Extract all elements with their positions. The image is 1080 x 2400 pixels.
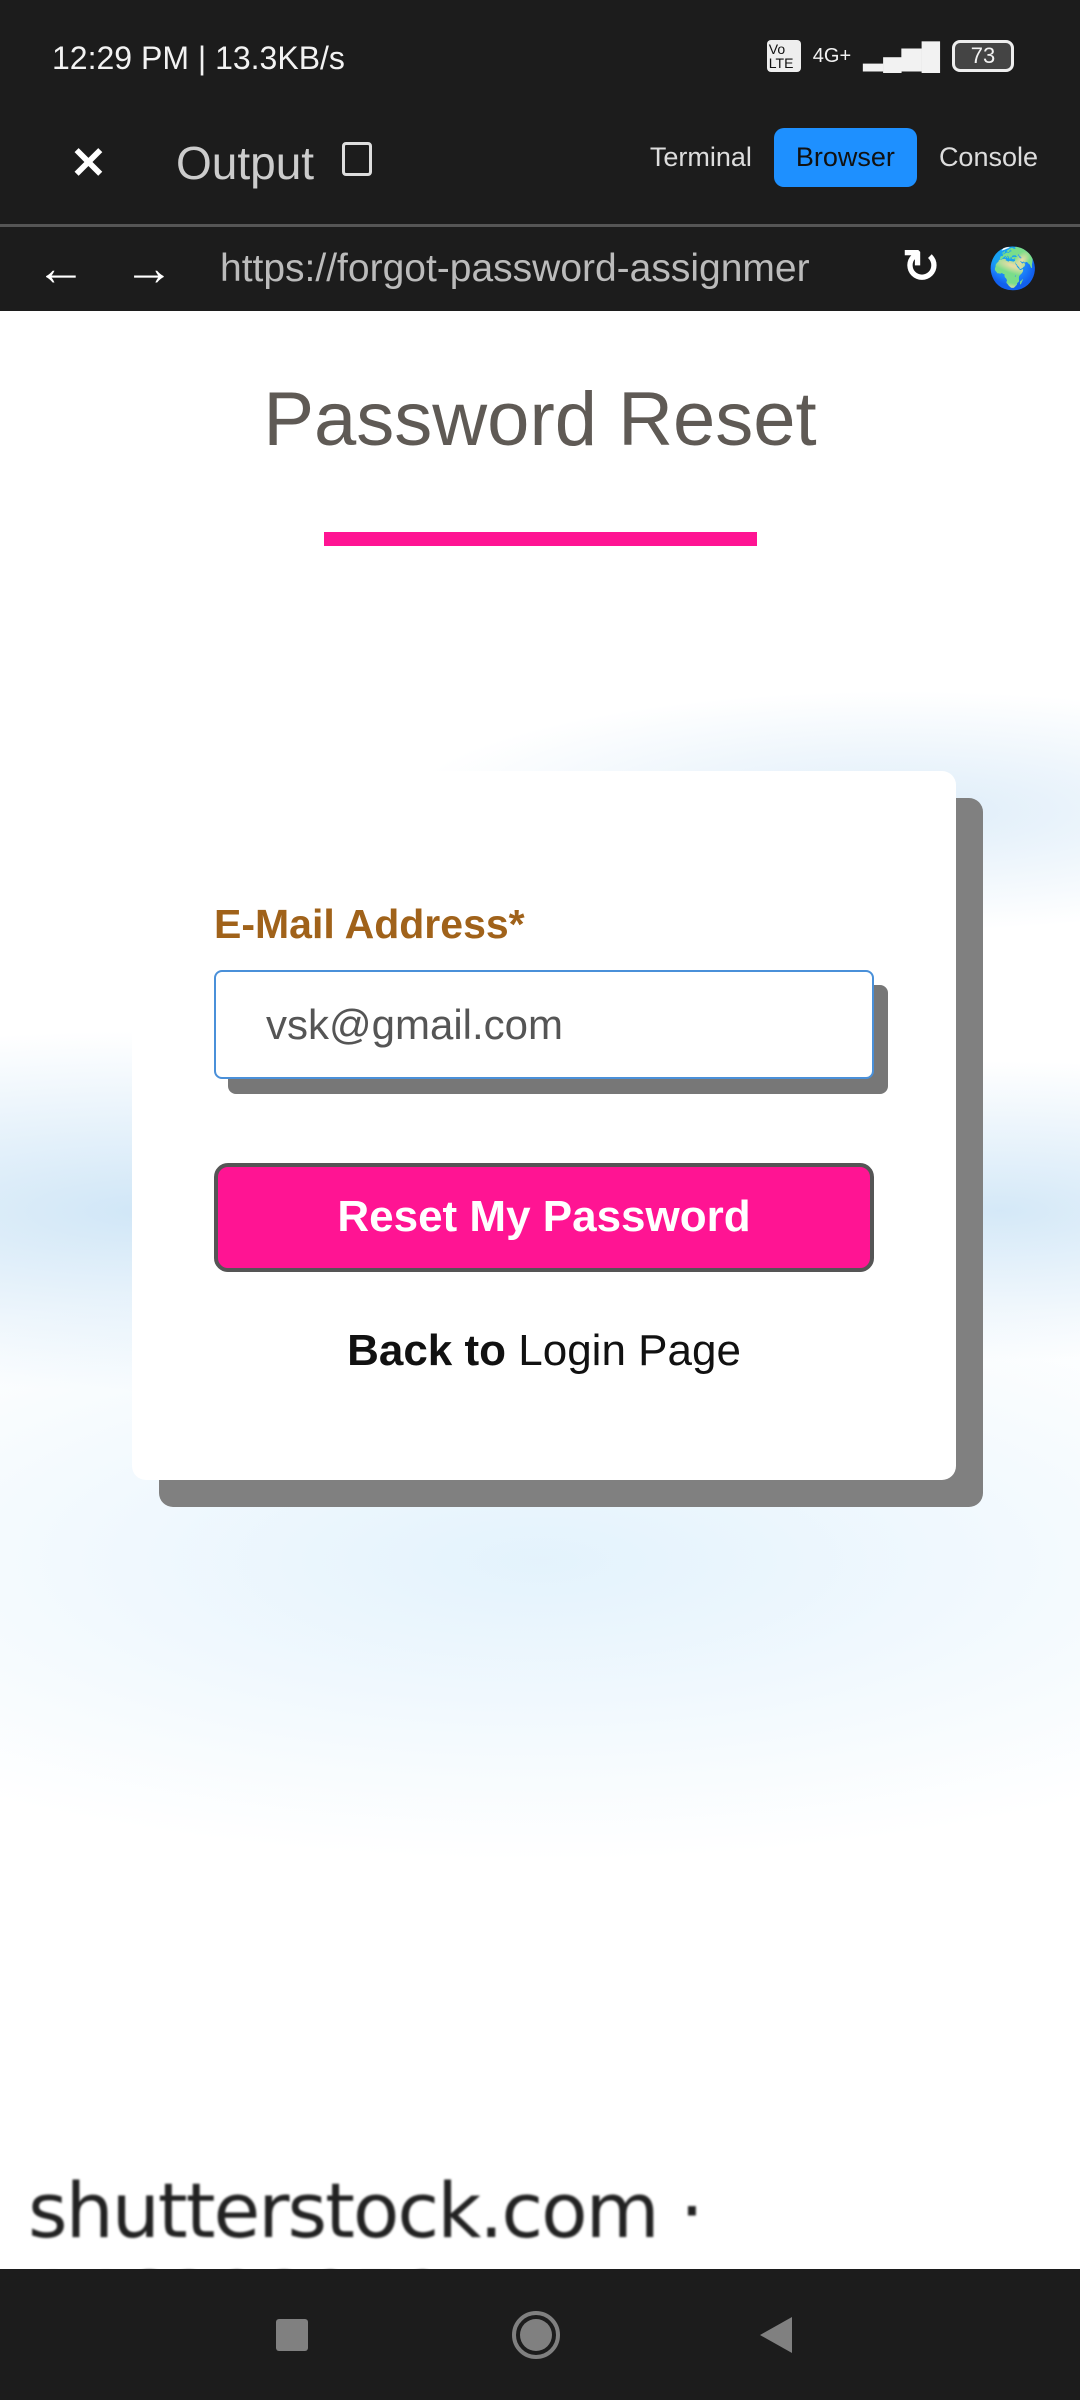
email-label: E-Mail Address* [214, 901, 525, 947]
globe-icon[interactable]: 🌍 [988, 245, 1038, 292]
status-time: 12:29 PM | 13.3KB/s [52, 40, 345, 76]
title-underline [324, 532, 757, 546]
page-title: Password Reset [263, 377, 817, 462]
close-button[interactable]: ✕ [70, 138, 107, 189]
tab-console[interactable]: Console [917, 128, 1060, 187]
reset-password-button[interactable]: Reset My Password [214, 1163, 874, 1272]
back-icon[interactable] [760, 2317, 792, 2353]
network-label: 4G+ [812, 44, 852, 67]
url-input[interactable]: https://forgot-password-assignmer [220, 247, 850, 291]
output-toolbar: ✕ Output Terminal Browser Console [0, 112, 1080, 226]
back-arrow-icon[interactable]: ← [36, 239, 86, 297]
open-external-icon[interactable] [342, 142, 372, 176]
reset-card: E-Mail Address* Reset My Password Back t… [132, 771, 956, 1480]
email-field[interactable] [214, 970, 874, 1079]
recents-icon[interactable] [276, 2319, 308, 2351]
signal-icon: ▂▄▆█ [863, 40, 940, 71]
forward-arrow-icon[interactable]: → [124, 239, 174, 297]
battery-icon: 73 [952, 40, 1014, 72]
back-to-login-link[interactable]: Back to Login Page [132, 1326, 956, 1376]
status-bar: 12:29 PM | 13.3KB/s Vo LTE 4G+ ▂▄▆█ 73 [0, 0, 1080, 112]
tab-terminal[interactable]: Terminal [628, 128, 774, 187]
page-content: Password Reset E-Mail Address* Reset My … [0, 311, 1080, 2344]
url-bar: ← → https://forgot-password-assignmer ↻ … [0, 227, 1080, 311]
tab-browser[interactable]: Browser [773, 128, 917, 187]
system-nav-bar [0, 2269, 1080, 2400]
reload-icon[interactable]: ↻ [902, 239, 941, 293]
login-page-link[interactable]: Login Page [518, 1326, 741, 1375]
volte-icon: Vo LTE [766, 40, 801, 72]
output-title: Output [176, 137, 315, 189]
back-to-label: Back to [347, 1326, 507, 1375]
home-icon[interactable] [512, 2311, 560, 2359]
